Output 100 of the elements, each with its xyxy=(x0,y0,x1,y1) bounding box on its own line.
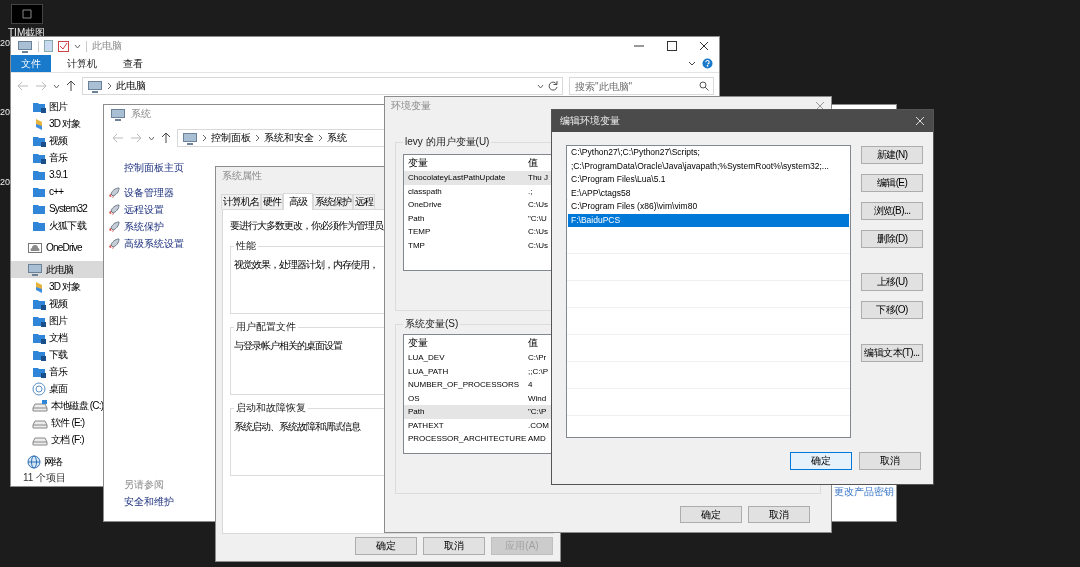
computer-icon xyxy=(110,107,126,121)
rocket-icon xyxy=(108,237,120,250)
nav-item[interactable]: 图片 xyxy=(11,98,104,115)
folder-icon xyxy=(32,151,46,164)
nav-item[interactable]: System32 xyxy=(11,200,104,217)
chevron-icon xyxy=(255,134,260,142)
nav-item[interactable]: 3.9.1 xyxy=(11,166,104,183)
up-arrow-icon[interactable] xyxy=(161,132,171,144)
table-cell: ;;C:\P xyxy=(528,366,548,376)
tab[interactable]: 远程 xyxy=(353,194,375,209)
up-arrow-icon[interactable] xyxy=(66,80,76,92)
folder-icon xyxy=(32,331,46,344)
globe-icon xyxy=(27,454,41,469)
description-text: 系统启动、系统故障和调试信息 xyxy=(234,420,360,434)
cloud-icon xyxy=(27,241,43,254)
window-title: 系统 xyxy=(131,107,151,121)
breadcrumb-item[interactable]: 此电脑 xyxy=(116,79,146,93)
button[interactable]: 编辑文本(T)... xyxy=(861,344,923,362)
checkmark-icon[interactable] xyxy=(58,40,69,52)
close-icon[interactable] xyxy=(699,41,709,51)
breadcrumb-item[interactable]: 系统和安全 xyxy=(264,131,314,145)
button[interactable]: 取消 xyxy=(423,537,485,555)
nav-item[interactable]: 本地磁盘 (C:) xyxy=(11,397,104,414)
link[interactable]: 设备管理器 xyxy=(108,184,216,201)
nav-item[interactable]: 软件 (E:) xyxy=(11,414,104,431)
group-label: 启动和故障恢复 xyxy=(235,401,307,415)
column-header[interactable]: 变量 xyxy=(404,156,528,170)
column-header[interactable]: 变量 xyxy=(404,336,528,350)
maximize-icon[interactable] xyxy=(666,41,678,51)
drive-icon xyxy=(32,399,48,412)
table-cell: C:\Us xyxy=(528,200,548,210)
nav-item[interactable]: 文档 (F:) xyxy=(11,431,104,448)
ribbon-tab[interactable]: 计算机 xyxy=(57,55,107,72)
close-icon[interactable] xyxy=(815,101,825,111)
button[interactable]: 取消 xyxy=(748,506,810,523)
tab[interactable]: 计算机名 xyxy=(221,194,261,209)
caret-icon[interactable] xyxy=(53,83,60,89)
folder-icon xyxy=(32,365,46,378)
folder-icon xyxy=(32,185,46,198)
button[interactable]: 上移(U) xyxy=(861,273,923,291)
button[interactable]: 取消 xyxy=(859,452,921,470)
table-cell: .COM xyxy=(528,420,549,430)
group-label: levy 的用户变量(U) xyxy=(404,135,491,149)
table-cell: 4 xyxy=(528,380,533,390)
icon-label: 20 xyxy=(0,38,10,48)
breadcrumb-item[interactable]: 系统 xyxy=(327,131,347,145)
table-cell-text: NUMBER_OF_PROCESSORS xyxy=(407,380,521,390)
table-cell-text: PATHEXT xyxy=(407,420,445,430)
breadcrumb-item[interactable]: 控制面板 xyxy=(211,131,251,145)
table-cell: AMD xyxy=(528,434,546,444)
nav-item[interactable]: 桌面 xyxy=(11,380,104,397)
help-icon[interactable] xyxy=(702,58,713,69)
table-cell-text: OneDrive xyxy=(407,200,443,210)
nav-item[interactable]: c++ xyxy=(11,183,104,200)
link[interactable]: 系统保护 xyxy=(108,218,216,235)
button[interactable]: 下移(O) xyxy=(861,301,923,319)
ribbon-tab[interactable]: 查看 xyxy=(113,55,153,72)
description-text: 视觉效果，处理器计划，内存使用， xyxy=(234,258,378,272)
nav-item[interactable]: 此电脑 xyxy=(11,261,104,278)
button[interactable]: 编辑(E) xyxy=(861,174,923,192)
caret-icon[interactable] xyxy=(74,43,81,49)
description-text: 与登录帐户相关的桌面设置 xyxy=(234,339,342,353)
chevron-icon[interactable] xyxy=(688,61,696,66)
caret-icon[interactable] xyxy=(537,83,544,89)
button[interactable]: 确定 xyxy=(355,537,417,555)
search-field[interactable]: 搜索"此电脑" xyxy=(569,77,714,95)
tab[interactable]: 系统保护 xyxy=(313,194,353,209)
group-label: 系统变量(S) xyxy=(404,317,460,331)
caret-icon[interactable] xyxy=(148,135,155,141)
folder-icon xyxy=(32,134,46,147)
table-cell: "C:\U xyxy=(528,213,547,223)
section-heading: 另请参阅 xyxy=(123,478,165,492)
table-cell: C:\Us xyxy=(528,240,548,250)
group-label: 性能 xyxy=(235,239,257,253)
button[interactable]: 浏览(B)... xyxy=(861,202,923,220)
button[interactable]: 新建(N) xyxy=(861,146,923,164)
tab[interactable]: 硬件 xyxy=(261,194,283,209)
button[interactable]: 删除(D) xyxy=(861,230,923,248)
ribbon-tab[interactable]: 文件 xyxy=(11,55,51,72)
refresh-icon[interactable] xyxy=(548,81,558,91)
link[interactable]: 控制面板主页 xyxy=(108,161,216,175)
column-header[interactable]: 值 xyxy=(528,336,538,350)
computer-icon xyxy=(17,39,33,53)
table-cell-text: PROCESSOR_ARCHITECTURE xyxy=(407,434,528,444)
button[interactable]: 确定 xyxy=(680,506,742,523)
folder-icon xyxy=(32,219,46,232)
folder-icon xyxy=(32,100,46,113)
button[interactable]: 确定 xyxy=(790,452,852,470)
address-bar[interactable]: 此电脑 xyxy=(82,77,563,95)
link[interactable]: 远程设置 xyxy=(108,201,216,218)
link[interactable]: 安全和维护 xyxy=(108,495,216,509)
table-cell-text: Path xyxy=(407,407,426,417)
nav-item[interactable]: 火狐下载 xyxy=(11,217,104,234)
table-cell: Wind xyxy=(528,393,547,403)
link[interactable]: 高级系统设置 xyxy=(108,235,216,252)
tab[interactable]: 高级 xyxy=(283,193,313,210)
link[interactable]: 更改产品密钥 xyxy=(834,486,894,498)
table-cell-text: TEMP xyxy=(407,227,432,237)
rocket-icon xyxy=(108,203,120,216)
column-header[interactable]: 值 xyxy=(528,156,538,170)
